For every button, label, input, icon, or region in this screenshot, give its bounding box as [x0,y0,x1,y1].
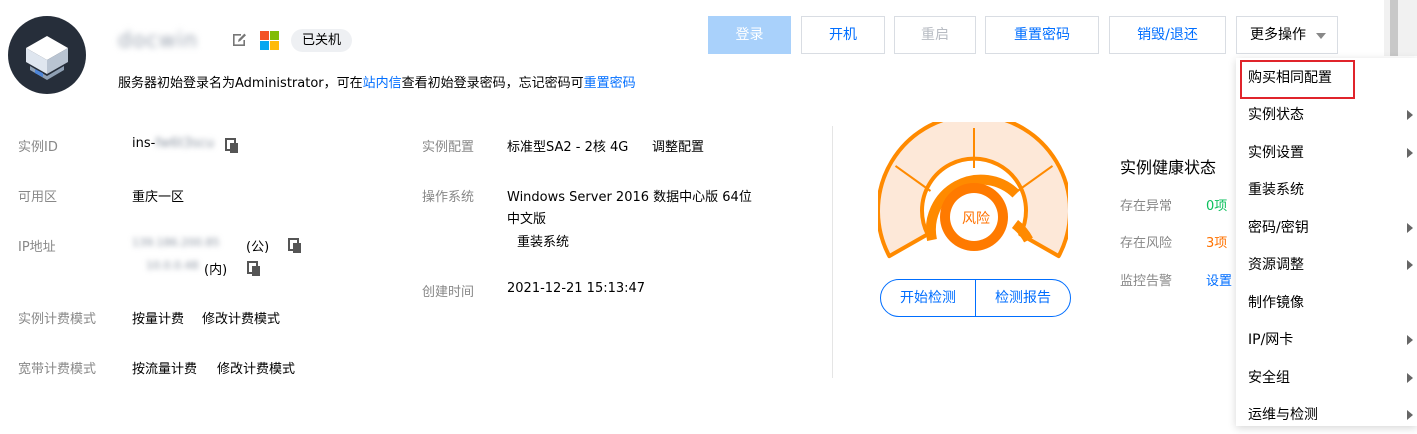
menu-item-ops-check[interactable]: 运维与检测 [1236,397,1417,434]
bandwidth-billing-value: 按流量计费 [132,362,198,377]
reset-password-button[interactable]: 重置密码 [985,16,1099,54]
menu-item-label: 重装系统 [1248,182,1304,198]
config-label: 实例配置 [422,140,475,155]
abnormal-count: 0项 [1206,199,1228,214]
menu-item-reinstall[interactable]: 重装系统 [1236,172,1417,209]
chevron-right-icon [1407,335,1413,345]
more-actions-menu: 购买相同配置 实例状态 实例设置 重装系统 密码/密钥 资源调整 制作镜像 IP… [1236,58,1417,426]
check-report-button[interactable]: 检测报告 [975,280,1070,316]
instance-id-hidden: fw6t3scu [155,136,215,151]
menu-item-instance-status[interactable]: 实例状态 [1236,97,1417,134]
health-gauge [878,122,1068,259]
menu-item-label: 实例状态 [1248,107,1304,123]
menu-item-label: 制作镜像 [1248,295,1304,311]
risk-row-label: 存在风险 [1120,236,1173,251]
reset-password-link[interactable]: 重置密码 [584,76,636,91]
os-value-line2: 中文版 [507,212,547,227]
ip-public-value: 139.186.200.85 [132,236,220,249]
menu-highlight-box [1240,60,1355,99]
ip-public-tag: (公) [246,240,270,255]
instance-logo [8,16,86,94]
caret-down-icon [1316,33,1326,39]
menu-item-ip-nic[interactable]: IP/网卡 [1236,322,1417,359]
billing-mode-value: 按量计费 [132,312,185,327]
copy-icon[interactable] [247,261,261,281]
gauge-button-group: 开始检测 检测报告 [880,279,1071,317]
chevron-right-icon [1407,148,1413,158]
menu-item-security-group[interactable]: 安全组 [1236,360,1417,397]
start-button[interactable]: 开机 [801,16,885,54]
ip-private-tag: (内) [204,263,228,278]
scrollbar-track[interactable] [1384,0,1417,56]
chevron-right-icon [1407,260,1413,270]
bandwidth-billing-label: 宽带计费模式 [18,362,97,377]
instance-id-label: 实例ID [18,140,58,155]
instance-id-value: ins-fw6t3scu [132,136,214,151]
billing-mode-label: 实例计费模式 [18,312,97,327]
menu-item-label: 密码/密钥 [1248,220,1309,236]
chevron-right-icon [1407,410,1413,420]
ip-private-value: 10.0.0.48 [146,259,199,272]
adjust-config-link[interactable]: 调整配置 [652,136,704,155]
menu-item-resource-adjust[interactable]: 资源调整 [1236,247,1417,284]
login-tip-text: 服务器初始登录名为Administrator，可在 [118,76,363,91]
menu-item-password-key[interactable]: 密码/密钥 [1236,210,1417,247]
server-logo-icon [26,36,68,80]
windows-icon [260,31,280,55]
login-tip-text-2: 查看初始登录密码，忘记密码可 [401,76,584,91]
menu-item-label: 安全组 [1248,370,1290,386]
status-badge: 已关机 [291,29,353,52]
chevron-right-icon [1407,110,1413,120]
reinstall-os-link[interactable]: 重装系统 [517,231,569,250]
os-value-line1: Windows Server 2016 数据中心版 64位 [507,190,752,205]
start-check-button[interactable]: 开始检测 [881,280,975,316]
os-label: 操作系统 [422,190,475,205]
risk-count: 3项 [1206,236,1228,251]
chevron-right-icon [1407,223,1413,233]
abnormal-label: 存在异常 [1120,199,1173,214]
restart-button[interactable]: 重启 [894,16,976,54]
destroy-button[interactable]: 销毁/退还 [1109,16,1226,54]
menu-item-label: 实例设置 [1248,145,1304,161]
edit-icon[interactable] [230,31,248,53]
ip-label: IP地址 [18,240,56,255]
config-value: 标准型SA2 - 2核 4G [507,140,629,155]
monitor-settings-link[interactable]: 设置 [1206,270,1232,289]
zone-value: 重庆一区 [132,190,185,205]
created-time-value: 2021-12-21 15:13:47 [507,281,646,296]
login-button[interactable]: 登录 [708,16,791,54]
inbox-link[interactable]: 站内信 [363,76,402,91]
menu-item-make-image[interactable]: 制作镜像 [1236,285,1417,322]
zone-label: 可用区 [18,190,58,205]
health-title: 实例健康状态 [1120,158,1217,177]
created-time-label: 创建时间 [422,285,475,300]
change-bandwidth-billing-link[interactable]: 修改计费模式 [217,358,295,377]
instance-id-prefix: ins- [132,136,156,151]
change-billing-link[interactable]: 修改计费模式 [202,308,280,327]
chevron-right-icon [1407,373,1413,383]
menu-item-label: IP/网卡 [1248,332,1294,348]
risk-label: 风险 [962,211,990,227]
menu-item-label: 资源调整 [1248,257,1304,273]
more-actions-button[interactable]: 更多操作 [1236,16,1338,54]
copy-icon[interactable] [225,138,239,158]
menu-item-instance-settings[interactable]: 实例设置 [1236,135,1417,172]
menu-item-label: 运维与检测 [1248,407,1318,423]
monitor-alert-label: 监控告警 [1120,274,1173,289]
copy-icon[interactable] [288,238,302,258]
instance-name: docwin [118,28,199,52]
more-actions-label: 更多操作 [1250,27,1306,43]
scrollbar-thumb[interactable] [1390,0,1398,56]
divider [832,126,833,378]
login-tip: 服务器初始登录名为Administrator，可在站内信查看初始登录密码，忘记密… [118,72,636,91]
